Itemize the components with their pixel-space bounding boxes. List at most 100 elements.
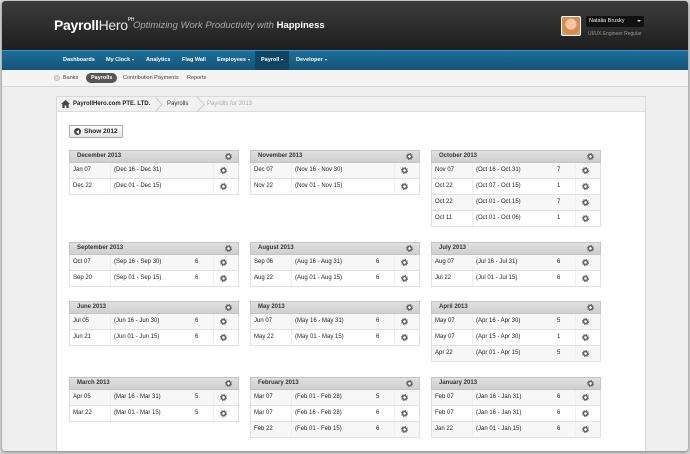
payroll-row[interactable]: Nov 22 (Nov 01 - Nov 15) — [250, 179, 420, 195]
gear-icon[interactable] — [582, 350, 589, 357]
nav-employees[interactable]: Employees — [211, 51, 256, 70]
subnav-contribution-payments[interactable]: Contribution Payments — [123, 73, 179, 83]
payroll-row[interactable]: Oct 22 (Oct 07 - Oct 15) 1 — [431, 179, 601, 195]
subnav-payrolls[interactable]: Payrolls — [86, 73, 118, 83]
payroll-row[interactable]: Mar 22 (Mar 01 - Mar 15) 5 — [69, 406, 239, 422]
gear-icon[interactable] — [587, 380, 594, 387]
payroll-date[interactable]: Mar 07 — [254, 390, 273, 405]
gear-icon[interactable] — [220, 275, 227, 282]
payroll-row[interactable]: Jun 21 (Jun 01 - Jun 15) 6 — [69, 330, 239, 346]
payroll-row[interactable]: Feb 07 (Jan 16 - Jan 31) 6 — [431, 406, 601, 422]
payroll-row[interactable]: Dec 07 (Nov 16 - Nov 30) — [250, 163, 420, 179]
payroll-date[interactable]: Oct 22 — [435, 195, 453, 210]
payroll-date[interactable]: Jun 21 — [73, 330, 91, 345]
payroll-date[interactable]: Feb 07 — [435, 406, 454, 421]
payroll-row[interactable]: Mar 07 (Feb 16 - Feb 28) 6 — [250, 406, 420, 422]
payroll-row[interactable]: Apr 05 (Mar 16 - Mar 31) 5 — [69, 390, 239, 406]
gear-icon[interactable] — [220, 410, 227, 417]
payroll-row[interactable]: Apr 22 (Apr 01 - Apr 15) 5 — [431, 346, 601, 362]
gear-icon[interactable] — [220, 334, 227, 341]
gear-icon[interactable] — [401, 183, 408, 190]
payroll-row[interactable]: Jan 22 (Jan 01 - Jan 15) 6 — [431, 422, 601, 438]
payroll-row[interactable]: May 07 (Apr 16 - Apr 30) 5 — [431, 314, 601, 330]
payroll-row[interactable]: Jun 07 (May 16 - May 31) 6 — [250, 314, 420, 330]
payroll-date[interactable]: Apr 22 — [435, 346, 453, 361]
gear-icon[interactable] — [582, 167, 589, 174]
gear-icon[interactable] — [582, 426, 589, 433]
gear-icon[interactable] — [401, 167, 408, 174]
gear-icon[interactable] — [401, 394, 408, 401]
payroll-date[interactable]: Aug 07 — [435, 255, 454, 270]
gear-icon[interactable] — [587, 245, 594, 252]
payroll-date[interactable]: Jun 07 — [254, 314, 272, 329]
nav-analytics[interactable]: Analytics — [140, 51, 176, 70]
gear-icon[interactable] — [220, 394, 227, 401]
payroll-row[interactable]: Feb 07 (Jan 16 - Jan 31) 6 — [431, 390, 601, 406]
breadcrumb-section[interactable]: Payrolls — [167, 97, 188, 112]
payroll-date[interactable]: May 22 — [254, 330, 274, 345]
payroll-date[interactable]: Feb 22 — [254, 422, 273, 437]
subnav-reports[interactable]: Reports — [187, 73, 206, 83]
payroll-date[interactable]: Jan 22 — [435, 422, 453, 437]
nav-dashboards[interactable]: Dashboards — [57, 51, 101, 70]
payroll-date[interactable]: Oct 11 — [435, 211, 452, 226]
gear-icon[interactable] — [406, 380, 413, 387]
payroll-row[interactable]: Feb 22 (Feb 01 - Feb 15) 6 — [250, 422, 420, 438]
gear-icon[interactable] — [587, 304, 594, 311]
gear-icon[interactable] — [220, 183, 227, 190]
payroll-row[interactable]: Dec 22 (Dec 01 - Dec 15) — [69, 179, 239, 195]
payroll-date[interactable]: Jul 05 — [73, 314, 89, 329]
payroll-row[interactable]: Aug 07 (Jul 16 - Jul 31) 6 — [431, 255, 601, 271]
gear-icon[interactable] — [406, 245, 413, 252]
payroll-date[interactable]: Mar 22 — [73, 406, 92, 421]
gear-icon[interactable] — [225, 245, 232, 252]
nav-payroll[interactable]: Payroll — [255, 51, 290, 70]
gear-icon[interactable] — [582, 215, 589, 222]
gear-icon[interactable] — [582, 259, 589, 266]
payroll-date[interactable]: Dec 07 — [254, 163, 273, 178]
gear-icon[interactable] — [582, 318, 589, 325]
payroll-date[interactable]: Nov 07 — [435, 163, 454, 178]
payroll-date[interactable]: May 07 — [435, 314, 455, 329]
payroll-date[interactable]: Sep 06 — [254, 255, 273, 270]
gear-icon[interactable] — [582, 394, 589, 401]
payroll-row[interactable]: Jul 05 (Jun 16 - Jun 30) 6 — [69, 314, 239, 330]
nav-developer[interactable]: Developer — [290, 51, 333, 70]
payroll-date[interactable]: Nov 22 — [254, 179, 273, 194]
gear-icon[interactable] — [401, 318, 408, 325]
user-menu[interactable]: Natalia Brusky — [586, 16, 644, 27]
gear-icon[interactable] — [220, 259, 227, 266]
gear-icon[interactable] — [406, 153, 413, 160]
gear-icon[interactable] — [401, 334, 408, 341]
show-2012-button[interactable]: Show 2012 — [69, 125, 123, 138]
payroll-date[interactable]: Mar 07 — [254, 406, 273, 421]
payroll-row[interactable]: Oct 07 (Sep 16 - Sep 30) 6 — [69, 255, 239, 271]
gear-icon[interactable] — [225, 304, 232, 311]
gear-icon[interactable] — [582, 334, 589, 341]
gear-icon[interactable] — [582, 410, 589, 417]
payroll-date[interactable]: Aug 22 — [254, 271, 273, 286]
payroll-row[interactable]: Mar 07 (Feb 01 - Feb 28) 5 — [250, 390, 420, 406]
payroll-row[interactable]: Jan 07 (Dec 16 - Dec 31) — [69, 163, 239, 179]
subnav-banks[interactable]: Banks — [63, 73, 78, 83]
gear-icon[interactable] — [587, 153, 594, 160]
nav-flag-wall[interactable]: Flag Wall — [176, 51, 212, 70]
payroll-row[interactable]: Jul 22 (Jul 01 - Jul 15) 6 — [431, 271, 601, 287]
payroll-row[interactable]: Oct 11 (Oct 01 - Oct 06) 1 — [431, 211, 601, 227]
gear-icon[interactable] — [220, 167, 227, 174]
payroll-date[interactable]: Apr 05 — [73, 390, 91, 405]
gear-icon[interactable] — [401, 275, 408, 282]
payroll-date[interactable]: Jan 07 — [73, 163, 91, 178]
avatar[interactable] — [561, 16, 581, 36]
payroll-date[interactable]: Jul 22 — [435, 271, 451, 286]
gear-icon[interactable] — [220, 318, 227, 325]
logo[interactable]: PayrollHeroPH — [54, 17, 134, 33]
payroll-row[interactable]: Oct 22 (Oct 01 - Oct 15) 7 — [431, 195, 601, 211]
payroll-date[interactable]: Dec 22 — [73, 179, 92, 194]
gear-icon[interactable] — [582, 199, 589, 206]
payroll-date[interactable]: Sep 20 — [73, 271, 92, 286]
payroll-row[interactable]: Sep 06 (Aug 16 - Aug 31) 6 — [250, 255, 420, 271]
nav-my-clock[interactable]: My Clock — [100, 51, 140, 70]
gear-icon[interactable] — [401, 410, 408, 417]
payroll-row[interactable]: Aug 22 (Aug 01 - Aug 15) 6 — [250, 271, 420, 287]
